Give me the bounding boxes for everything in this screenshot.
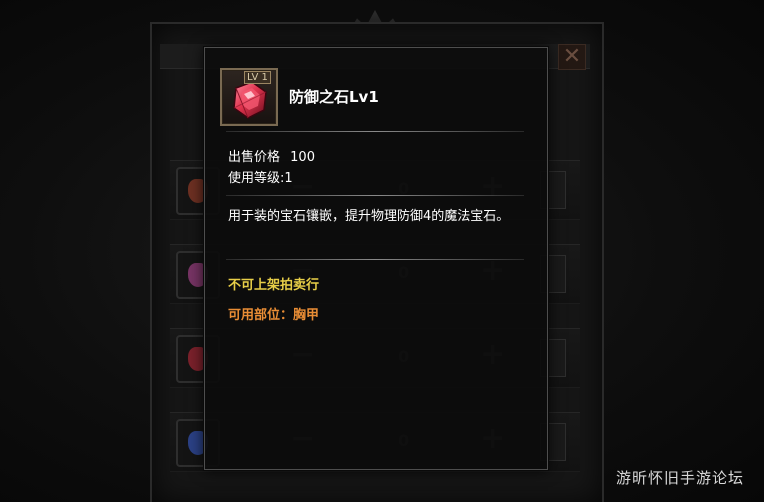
forum-watermark: 游昕怀旧手游论坛 — [615, 469, 744, 487]
trade-restriction: 不可上架拍卖行 — [228, 278, 320, 293]
sell-price: 出售价格 100 — [228, 146, 315, 165]
divider — [226, 195, 524, 196]
sell-price-value: 100 — [290, 150, 315, 165]
sell-price-label: 出售价格 — [228, 150, 281, 165]
divider — [226, 131, 524, 132]
use-level: 使用等级:1 — [228, 171, 293, 186]
game-screen: ✕ − 0 + − 0 + − 0 + − 0 + — [0, 0, 764, 502]
item-title: 防御之石Lv1 — [289, 88, 379, 106]
item-tooltip: LV 1 防御之石Lv1 出售价格 100 使用等级:1 用于装的宝石镶嵌，提升… — [204, 47, 548, 470]
close-icon[interactable]: ✕ — [558, 44, 586, 70]
level-badge: LV 1 — [244, 71, 271, 84]
usable-slot: 可用部位：胸甲 — [228, 308, 320, 323]
divider — [226, 259, 524, 260]
red-gem-icon: LV 1 — [220, 68, 278, 126]
item-description: 用于装的宝石镶嵌，提升物理防御4的魔法宝石。 — [228, 209, 510, 224]
